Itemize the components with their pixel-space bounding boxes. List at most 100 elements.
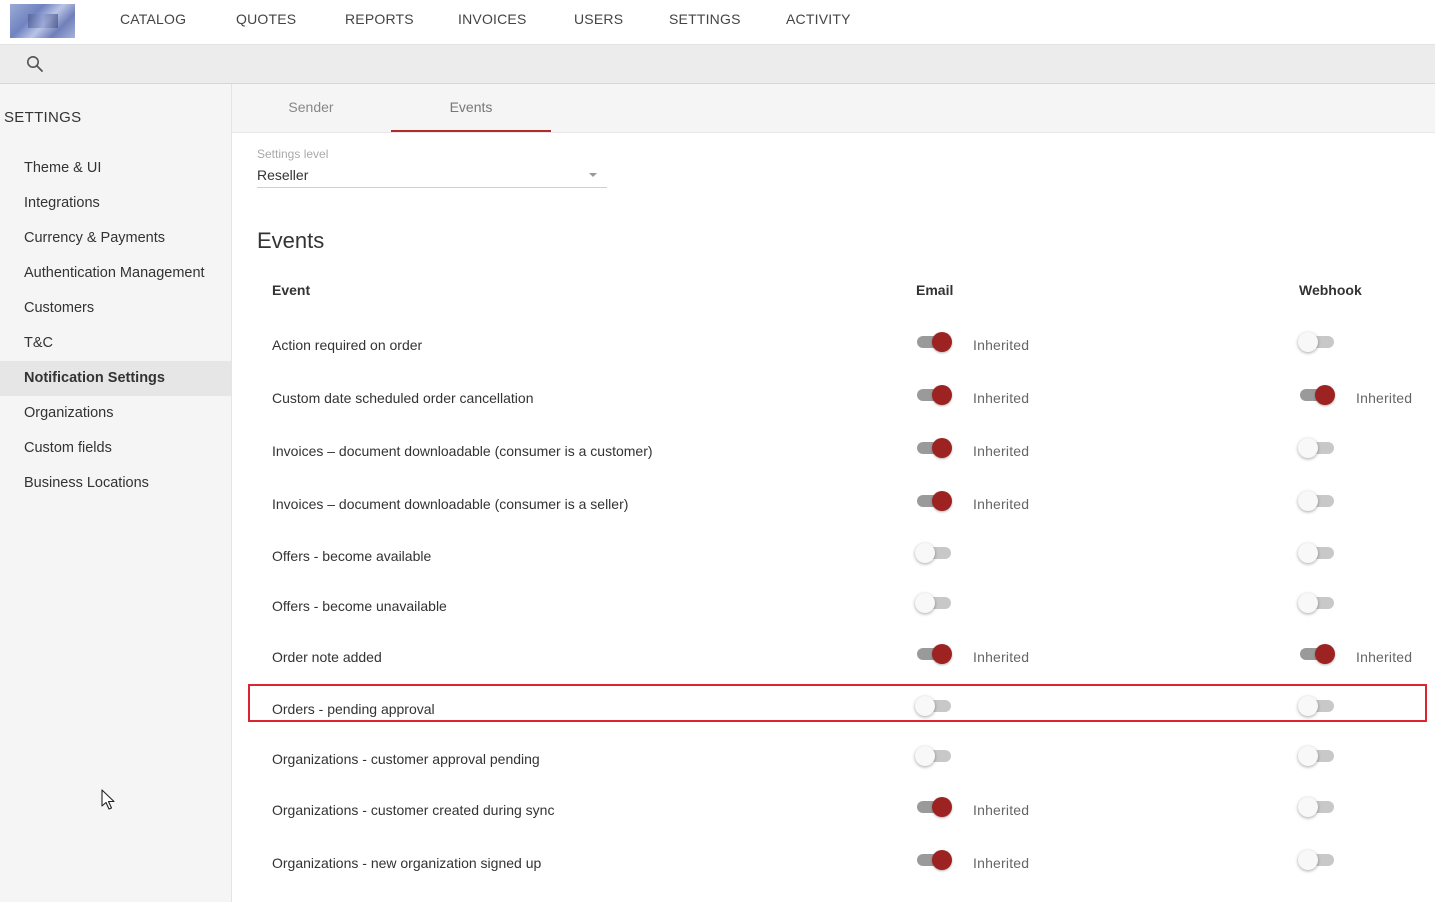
top-nav: CATALOG QUOTES REPORTS INVOICES USERS SE… [0,0,1435,45]
toggle-knob [915,746,935,766]
tab-events[interactable]: Events [391,84,551,132]
sidebar-item-currency-payments[interactable]: Currency & Payments [0,221,231,256]
sidebar-item-business-locations[interactable]: Business Locations [0,466,231,501]
settings-level-value: Reseller [257,167,308,183]
email-toggle[interactable] [915,797,953,817]
email-toggle[interactable] [915,332,953,352]
event-row: Offers - become available [272,542,1422,572]
sidebar-item-notification-settings[interactable]: Notification Settings [0,361,231,396]
event-row: Offers - become unavailable [272,592,1422,622]
nav-catalog[interactable]: CATALOG [120,0,186,38]
email-toggle[interactable] [915,543,953,563]
webhook-toggle[interactable] [1298,491,1336,511]
toggle-knob [932,385,952,405]
webhook-toggle[interactable] [1298,644,1336,664]
email-inherited-label: Inherited [973,390,1029,406]
sidebar-item-customers[interactable]: Customers [0,291,231,326]
email-toggle[interactable] [915,438,953,458]
column-header-webhook: Webhook [1299,282,1362,298]
event-name: Organizations - customer created during … [272,802,554,818]
webhook-inherited-label: Inherited [1356,390,1412,406]
webhook-inherited-label: Inherited [1356,649,1412,665]
email-toggle[interactable] [915,644,953,664]
webhook-toggle[interactable] [1298,593,1336,613]
event-name: Offers - become unavailable [272,598,447,614]
toggle-knob [932,644,952,664]
email-inherited-label: Inherited [973,443,1029,459]
toggle-knob [915,543,935,563]
sidebar-item-organizations[interactable]: Organizations [0,396,231,431]
toggle-knob [1298,850,1318,870]
toggle-knob [932,797,952,817]
highlight-box [248,684,1427,722]
settings-level-label: Settings level [257,147,328,161]
column-header-event: Event [272,282,310,298]
sidebar-title: SETTINGS [4,109,81,126]
sidebar-item-custom-fields[interactable]: Custom fields [0,431,231,466]
company-logo[interactable] [10,4,75,38]
toggle-knob [1298,332,1318,352]
email-toggle[interactable] [915,385,953,405]
webhook-toggle[interactable] [1298,746,1336,766]
email-inherited-label: Inherited [973,649,1029,665]
event-name: Order note added [272,649,382,665]
nav-activity[interactable]: ACTIVITY [786,0,851,38]
column-header-email: Email [916,282,953,298]
toggle-knob [1298,746,1318,766]
webhook-toggle[interactable] [1298,332,1336,352]
nav-reports[interactable]: REPORTS [345,0,414,38]
event-row: Organizations - new organization signed … [272,849,1422,879]
event-name: Organizations - customer approval pendin… [272,751,540,767]
email-toggle[interactable] [915,746,953,766]
sidebar-item-integrations[interactable]: Integrations [0,186,231,221]
email-inherited-label: Inherited [973,855,1029,871]
email-toggle[interactable] [915,850,953,870]
toggle-knob [1298,543,1318,563]
event-row: Organizations - customer approval pendin… [272,745,1422,775]
event-row: Custom date scheduled order cancellation… [272,384,1422,414]
caret-down-icon [589,173,597,177]
nav-invoices[interactable]: INVOICES [458,0,527,38]
settings-level-select[interactable]: Reseller [257,164,607,188]
tab-sender[interactable]: Sender [232,84,390,130]
sidebar-item-tc[interactable]: T&C [0,326,231,361]
toggle-knob [932,438,952,458]
toggle-knob [1298,491,1318,511]
toggle-knob [915,593,935,613]
toggle-knob [1298,593,1318,613]
toggle-knob [932,491,952,511]
webhook-toggle[interactable] [1298,543,1336,563]
toggle-knob [1298,797,1318,817]
search-bar[interactable] [0,45,1435,84]
email-inherited-label: Inherited [973,337,1029,353]
events-heading: Events [257,228,324,254]
event-row: Organizations - customer created during … [272,796,1422,826]
email-toggle[interactable] [915,593,953,613]
webhook-toggle[interactable] [1298,385,1336,405]
event-name: Organizations - new organization signed … [272,855,541,871]
mouse-pointer-icon [101,789,117,811]
nav-users[interactable]: USERS [574,0,623,38]
event-row: Action required on orderInherited [272,331,1422,361]
nav-settings[interactable]: SETTINGS [669,0,741,38]
sidebar-item-authentication-management[interactable]: Authentication Management [0,256,231,291]
webhook-toggle[interactable] [1298,797,1336,817]
sidebar-item-theme-ui[interactable]: Theme & UI [0,151,231,186]
nav-quotes[interactable]: QUOTES [236,0,296,38]
event-name: Invoices – document downloadable (consum… [272,443,653,459]
email-toggle[interactable] [915,491,953,511]
settings-tabs: Sender Events [232,84,1435,133]
webhook-toggle[interactable] [1298,850,1336,870]
search-icon[interactable] [26,55,44,73]
toggle-knob [932,332,952,352]
webhook-toggle[interactable] [1298,438,1336,458]
event-row: Order note added Inherited Inherited [272,643,1422,673]
event-name: Custom date scheduled order cancellation [272,390,534,406]
event-row: Invoices – document downloadable (consum… [272,490,1422,520]
settings-sidebar: SETTINGS Theme & UI Integrations Currenc… [0,84,232,902]
toggle-knob [1315,385,1335,405]
event-row: Invoices – document downloadable (consum… [272,437,1422,467]
event-name: Offers - become available [272,548,431,564]
toggle-knob [1315,644,1335,664]
email-inherited-label: Inherited [973,496,1029,512]
